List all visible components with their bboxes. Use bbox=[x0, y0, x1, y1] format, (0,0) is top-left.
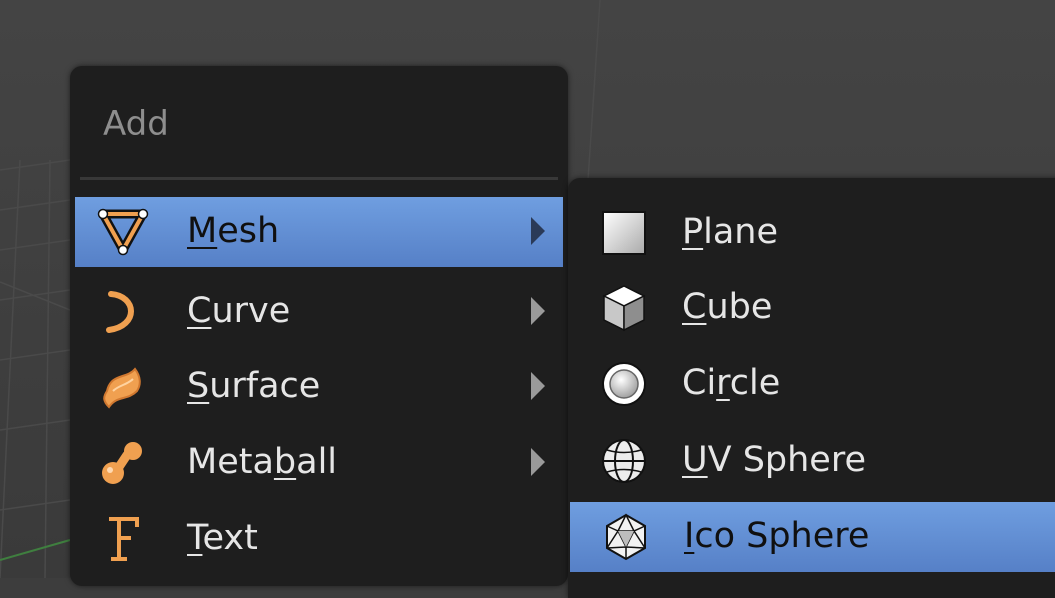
submenu-item-circle[interactable]: Circle bbox=[568, 349, 1055, 419]
text-icon bbox=[97, 513, 149, 565]
menu-item-surface[interactable]: Surface bbox=[75, 352, 563, 422]
submenu-item-uv-sphere[interactable]: UV Sphere bbox=[568, 426, 1055, 496]
menu-item-label: Curve bbox=[187, 291, 291, 331]
mesh-icon bbox=[97, 206, 149, 258]
plane-icon bbox=[598, 207, 650, 259]
menu-item-mesh[interactable]: Mesh bbox=[75, 197, 563, 267]
uv-sphere-icon bbox=[598, 435, 650, 487]
cube-icon bbox=[598, 282, 650, 334]
menu-item-label: Mesh bbox=[187, 211, 280, 251]
submenu-arrow-icon bbox=[531, 297, 545, 325]
menu-item-curve[interactable]: Curve bbox=[75, 277, 563, 347]
menu-item-label: Text bbox=[187, 518, 258, 558]
submenu-arrow-icon bbox=[531, 217, 545, 245]
curve-icon bbox=[97, 286, 149, 338]
submenu-arrow-icon bbox=[531, 372, 545, 400]
surface-icon bbox=[97, 361, 149, 413]
circle-icon bbox=[598, 358, 650, 410]
submenu-arrow-icon bbox=[531, 448, 545, 476]
menu-item-label: UV Sphere bbox=[682, 440, 866, 480]
submenu-item-cube[interactable]: Cube bbox=[568, 273, 1055, 343]
ico-sphere-icon bbox=[600, 511, 652, 563]
menu-separator bbox=[80, 177, 558, 180]
metaball-icon bbox=[97, 437, 149, 489]
menu-item-label: Ico Sphere bbox=[684, 516, 870, 556]
menu-item-text[interactable]: Text bbox=[75, 504, 563, 574]
mesh-submenu: Plane Cube Circle UV Sphere Ico Sphere bbox=[568, 178, 1055, 598]
menu-item-label: Surface bbox=[187, 366, 321, 406]
menu-item-label: Metaball bbox=[187, 442, 338, 482]
submenu-item-ico-sphere[interactable]: Ico Sphere bbox=[570, 502, 1055, 572]
add-menu: Add Mesh Curve Surface Metaball Text bbox=[70, 66, 568, 586]
menu-item-label: Circle bbox=[682, 363, 781, 403]
submenu-item-plane[interactable]: Plane bbox=[568, 198, 1055, 268]
menu-item-label: Plane bbox=[682, 212, 778, 252]
menu-item-label: Cube bbox=[682, 287, 773, 327]
menu-item-metaball[interactable]: Metaball bbox=[75, 428, 563, 498]
menu-title: Add bbox=[103, 104, 169, 144]
